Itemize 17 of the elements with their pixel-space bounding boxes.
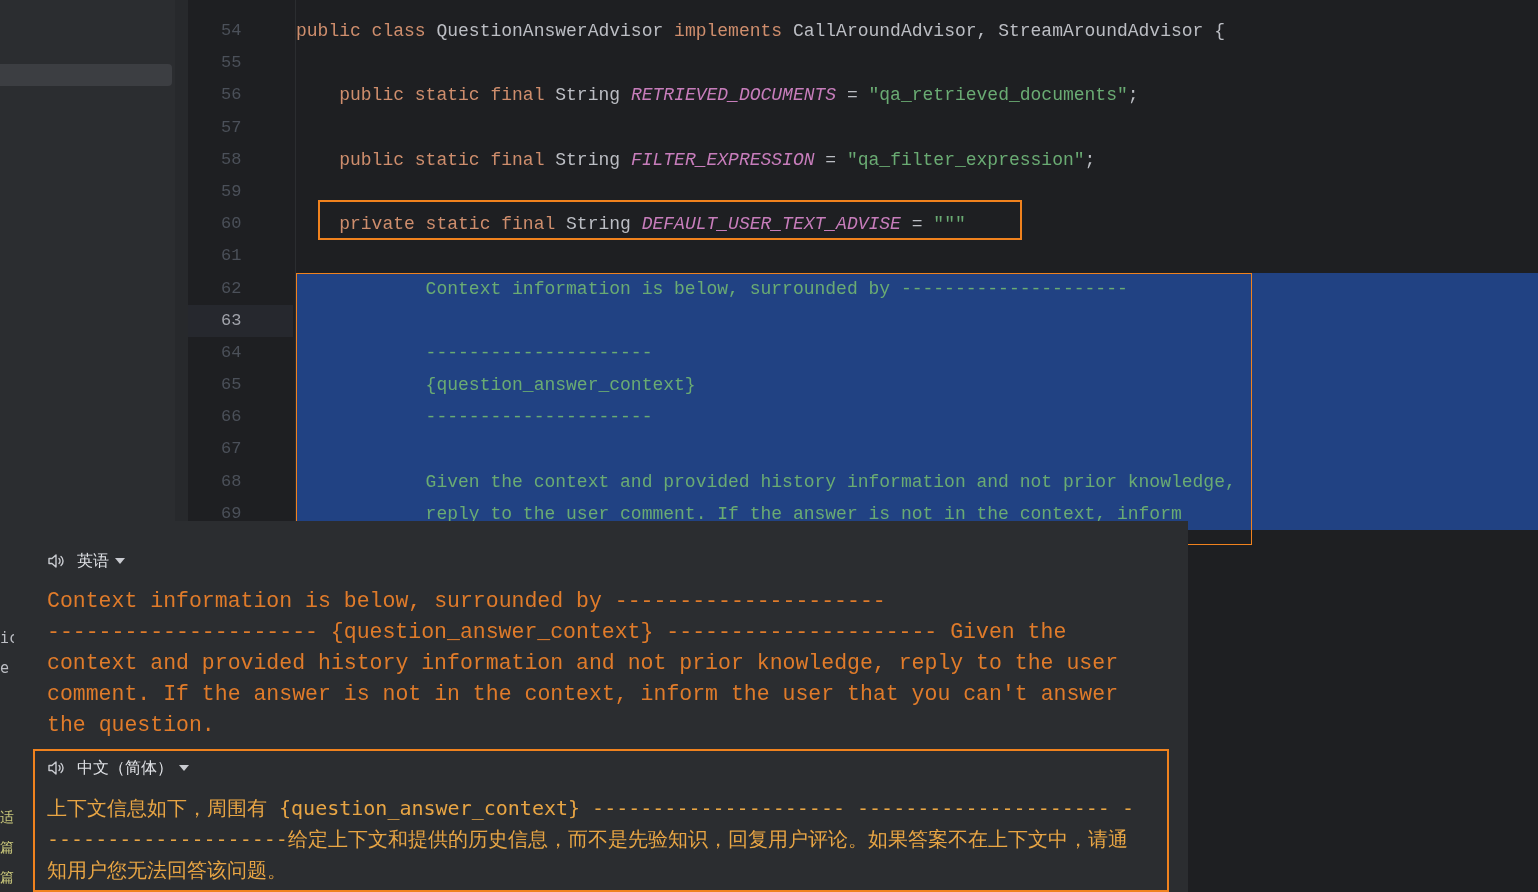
translation-text: Context information is below, surrounded by --------------------- --------------------- {question_answer_context} --------------------- Given the context and provided history information and not prior knowledge, reply to the user comment. If the answer is not in the context, inform the user that you can't answer the question. <box>47 588 1120 739</box>
code-line: reply to the user comment. If the answer is not in the context, inform <box>424 503 1182 524</box>
code-line: Given the context and provided history information and not prior knowledge, <box>424 471 1236 492</box>
line-number: 63 <box>188 304 293 337</box>
code-line: private static final String DEFAULT_USER_TEXT_ADVISE = """ <box>338 214 966 235</box>
code-line: public static final String FILTER_EXPRESSION = "qa_filter_expression"; <box>338 149 1096 170</box>
code-line: public class QuestionAnswerAdvisor implements CallAroundAdvisor, StreamAroundAdvisor { <box>296 21 1225 41</box>
code-line: {question_answer_context} <box>424 375 696 396</box>
code-line: --------------------- <box>424 342 653 363</box>
cut-off-text: 篇 <box>0 868 14 887</box>
cut-off-text: e <box>0 658 10 679</box>
code-line: Context information is below, surrounded by --------------------- <box>424 278 1128 299</box>
translation-text: 上下文信息如下，周围有 {question_answer_context} --------------------- --------------------- ---------------------给定上下文和提供的历史信息，而不是先验知识，回复用户评论。如果答案不在上下文中，请通知用户您无法回答该问题。 <box>47 795 1135 884</box>
code-line: --------------------- <box>424 407 653 428</box>
cut-off-text: 适 <box>0 808 14 827</box>
code-line: public static final String RETRIEVED_DOCUMENTS = "qa_retrieved_documents"; <box>338 85 1139 106</box>
cut-off-text: 篇 <box>0 838 14 857</box>
